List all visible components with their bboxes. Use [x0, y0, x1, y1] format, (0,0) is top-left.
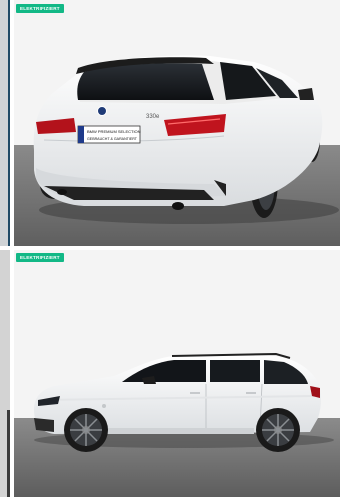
vehicle-photo-side[interactable] [14, 250, 340, 497]
side-view-image [14, 250, 340, 497]
electrified-badge: ELEKTRIFIZIERT [16, 4, 64, 13]
plate-line1: BMW PREMIUM SELECTION [87, 129, 141, 134]
rear-view-image: 330e BMW PREMIUM SELECTION GEBRAUCHT & G… [14, 0, 340, 246]
previous-photo-edge[interactable] [0, 0, 10, 246]
dealer-plate: BMW PREMIUM SELECTION GEBRAUCHT & GARANT… [77, 125, 141, 144]
plate-line2: GEBRAUCHT & GARANTIERT [87, 137, 138, 141]
vehicle-photo-rear[interactable]: 330e BMW PREMIUM SELECTION GEBRAUCHT & G… [14, 0, 340, 246]
model-badge: 330e [146, 114, 160, 120]
electrified-badge: ELEKTRIFIZIERT [16, 253, 64, 262]
previous-photo-edge-lower[interactable] [0, 250, 10, 497]
